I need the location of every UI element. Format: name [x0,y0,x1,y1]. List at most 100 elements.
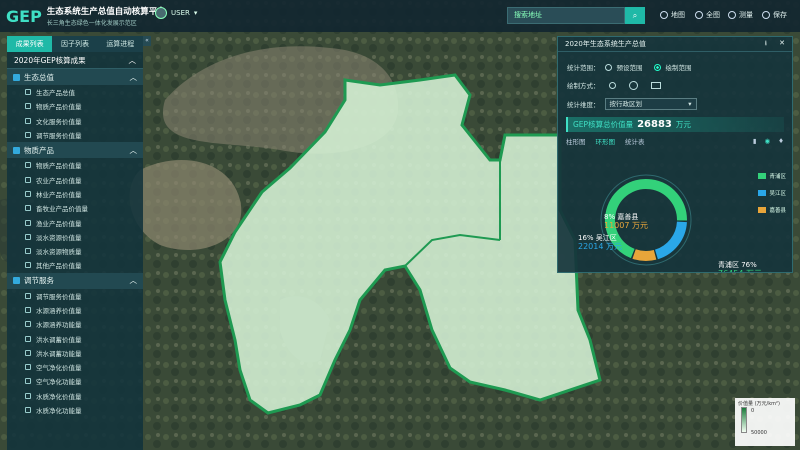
checkbox[interactable] [25,89,31,96]
legend-label: 嘉善县 [769,208,786,214]
list-item[interactable]: 其他产品价值量 [7,258,143,272]
list-item[interactable]: 物质产品价值量 [7,99,143,113]
value-scale-legend: 价值量 (万元/km²) 0 50000 [735,398,795,446]
checkbox[interactable] [25,307,31,313]
scale-min: 0 [751,408,755,414]
checkbox[interactable] [25,321,31,328]
slice-value-1: 22014 万元 [578,242,622,251]
list-item[interactable]: 洪水调蓄功能量 [7,346,143,360]
section-header[interactable]: 2020年GEP核算成果 ︿ [7,52,143,69]
checkbox[interactable] [25,378,31,385]
list-item[interactable]: 畜牧业产品价值量 [7,201,143,215]
draw-circle-button[interactable] [608,81,616,89]
range-draw-radio[interactable] [653,63,661,71]
checkbox[interactable] [25,292,31,299]
checkbox[interactable] [25,233,31,240]
close-icon[interactable]: ✕ [779,39,785,50]
list-item[interactable]: 调节服务价值量 [7,128,143,142]
ring-slice-1[interactable] [654,221,687,260]
checkbox[interactable] [25,219,31,226]
chevron-up-icon: ︿ [128,55,137,65]
item-label: 生态产品总值 [36,89,75,98]
draw-polygon-button[interactable] [628,80,638,90]
checkbox[interactable] [25,117,31,124]
item-label: 畜牧业产品价值量 [36,205,88,214]
group-header[interactable]: 物质产品 ︿ [7,142,143,159]
tool-label-map: 地图 [671,11,685,19]
checkbox[interactable] [25,205,31,212]
user-menu[interactable]: USER ▾ [155,7,197,19]
checkbox[interactable] [25,407,31,414]
list-item[interactable]: 水源涵养功能量 [7,317,143,331]
tab-table[interactable]: 统计表 [625,136,645,146]
list-item[interactable]: 空气净化价值量 [7,360,143,374]
list-item[interactable]: 物质产品价值量 [7,158,143,172]
list-item[interactable]: 农业产品价值量 [7,172,143,186]
list-item[interactable]: 调节服务价值量 [7,289,143,303]
tab-factors[interactable]: 因子列表 [52,36,98,52]
slice-value-2: 11007 万元 [604,221,648,230]
checkbox[interactable] [25,190,31,197]
item-label: 水源涵养价值量 [36,307,82,315]
ring-slice-2[interactable] [632,249,657,261]
legend-item[interactable]: 吴江区 [758,189,786,197]
group-list: 生态总值 ︿ 生态产品总值 物质产品价值量 文化服务价值量 调节服务价值量 物质产品 ︿ 物质产… [7,69,143,417]
measure-tool[interactable]: 测量 [728,10,753,20]
fullview-tool[interactable]: 全图 [695,10,720,20]
dimension-select[interactable]: 按行政区划 ▾ [604,98,697,110]
list-item[interactable]: 生态产品总值 [7,85,143,99]
checkbox[interactable] [25,349,31,356]
checkbox[interactable] [25,364,31,371]
item-label: 调节服务价值量 [36,132,82,141]
search-button[interactable]: ⌕ [625,7,645,24]
globe-icon [695,11,703,19]
download-icon[interactable]: ⭳ [765,39,767,50]
item-label: 林业产品价值量 [36,190,82,199]
list-item[interactable]: 林业产品价值量 [7,187,143,201]
list-item[interactable]: 水质净化价值量 [7,389,143,403]
save-tool[interactable]: 保存 [762,10,787,20]
list-item[interactable]: 渔业产品价值量 [7,215,143,229]
ruler-icon [728,11,736,19]
draw-rect-button[interactable] [650,81,661,89]
chevron-up-icon: ︿ [129,276,138,286]
tab-bar-chart[interactable]: 柱形图 [566,136,586,146]
scale-gradient [741,407,747,433]
list-item[interactable]: 洪水调蓄价值量 [7,331,143,345]
collapse-button[interactable]: « [143,36,151,46]
list-item[interactable]: 水源涵养价值量 [7,303,143,317]
eye-icon[interactable]: ◉ [765,137,771,145]
paint-icon[interactable]: ♦ [778,137,784,145]
tab-ring-chart[interactable]: 环形图 [596,136,616,146]
legend-item[interactable]: 嘉善县 [758,206,786,214]
checkbox[interactable] [25,335,31,342]
save-icon [762,11,770,19]
item-label: 洪水调蓄价值量 [36,335,82,344]
checkbox[interactable] [25,103,31,110]
item-label: 物质产品价值量 [36,103,82,112]
book-icon[interactable]: ▮ [753,137,757,145]
checkbox[interactable] [25,176,31,183]
list-item[interactable]: 文化服务价值量 [7,114,143,128]
list-item[interactable]: 水质净化功能量 [7,403,143,417]
group-header[interactable]: 生态总值 ︿ [7,69,143,85]
panel-title: 2020年生态系统生产总值 [565,40,646,48]
tab-results[interactable]: 成果列表 [7,36,53,52]
item-label: 空气净化价值量 [36,364,82,373]
checkbox[interactable] [25,162,31,169]
map-tool[interactable]: 地图 [660,10,685,20]
checkbox[interactable] [25,262,31,269]
tab-progress[interactable]: 运算进程 [97,36,143,52]
search-input[interactable]: 搜索地址 [507,7,625,24]
tool-label-fullview: 全图 [706,11,720,19]
checkbox[interactable] [25,248,31,255]
checkbox[interactable] [25,132,31,139]
list-item[interactable]: 空气净化功能量 [7,374,143,388]
checkbox[interactable] [25,392,31,399]
list-item[interactable]: 淡水资源物质量 [7,244,143,258]
range-preset-radio[interactable] [604,63,612,71]
group-header[interactable]: 调节服务 ︿ [7,272,143,289]
legend-item[interactable]: 青浦区 [758,172,786,180]
tool-label-measure: 测量 [739,11,753,19]
list-item[interactable]: 淡水资源价值量 [7,230,143,244]
